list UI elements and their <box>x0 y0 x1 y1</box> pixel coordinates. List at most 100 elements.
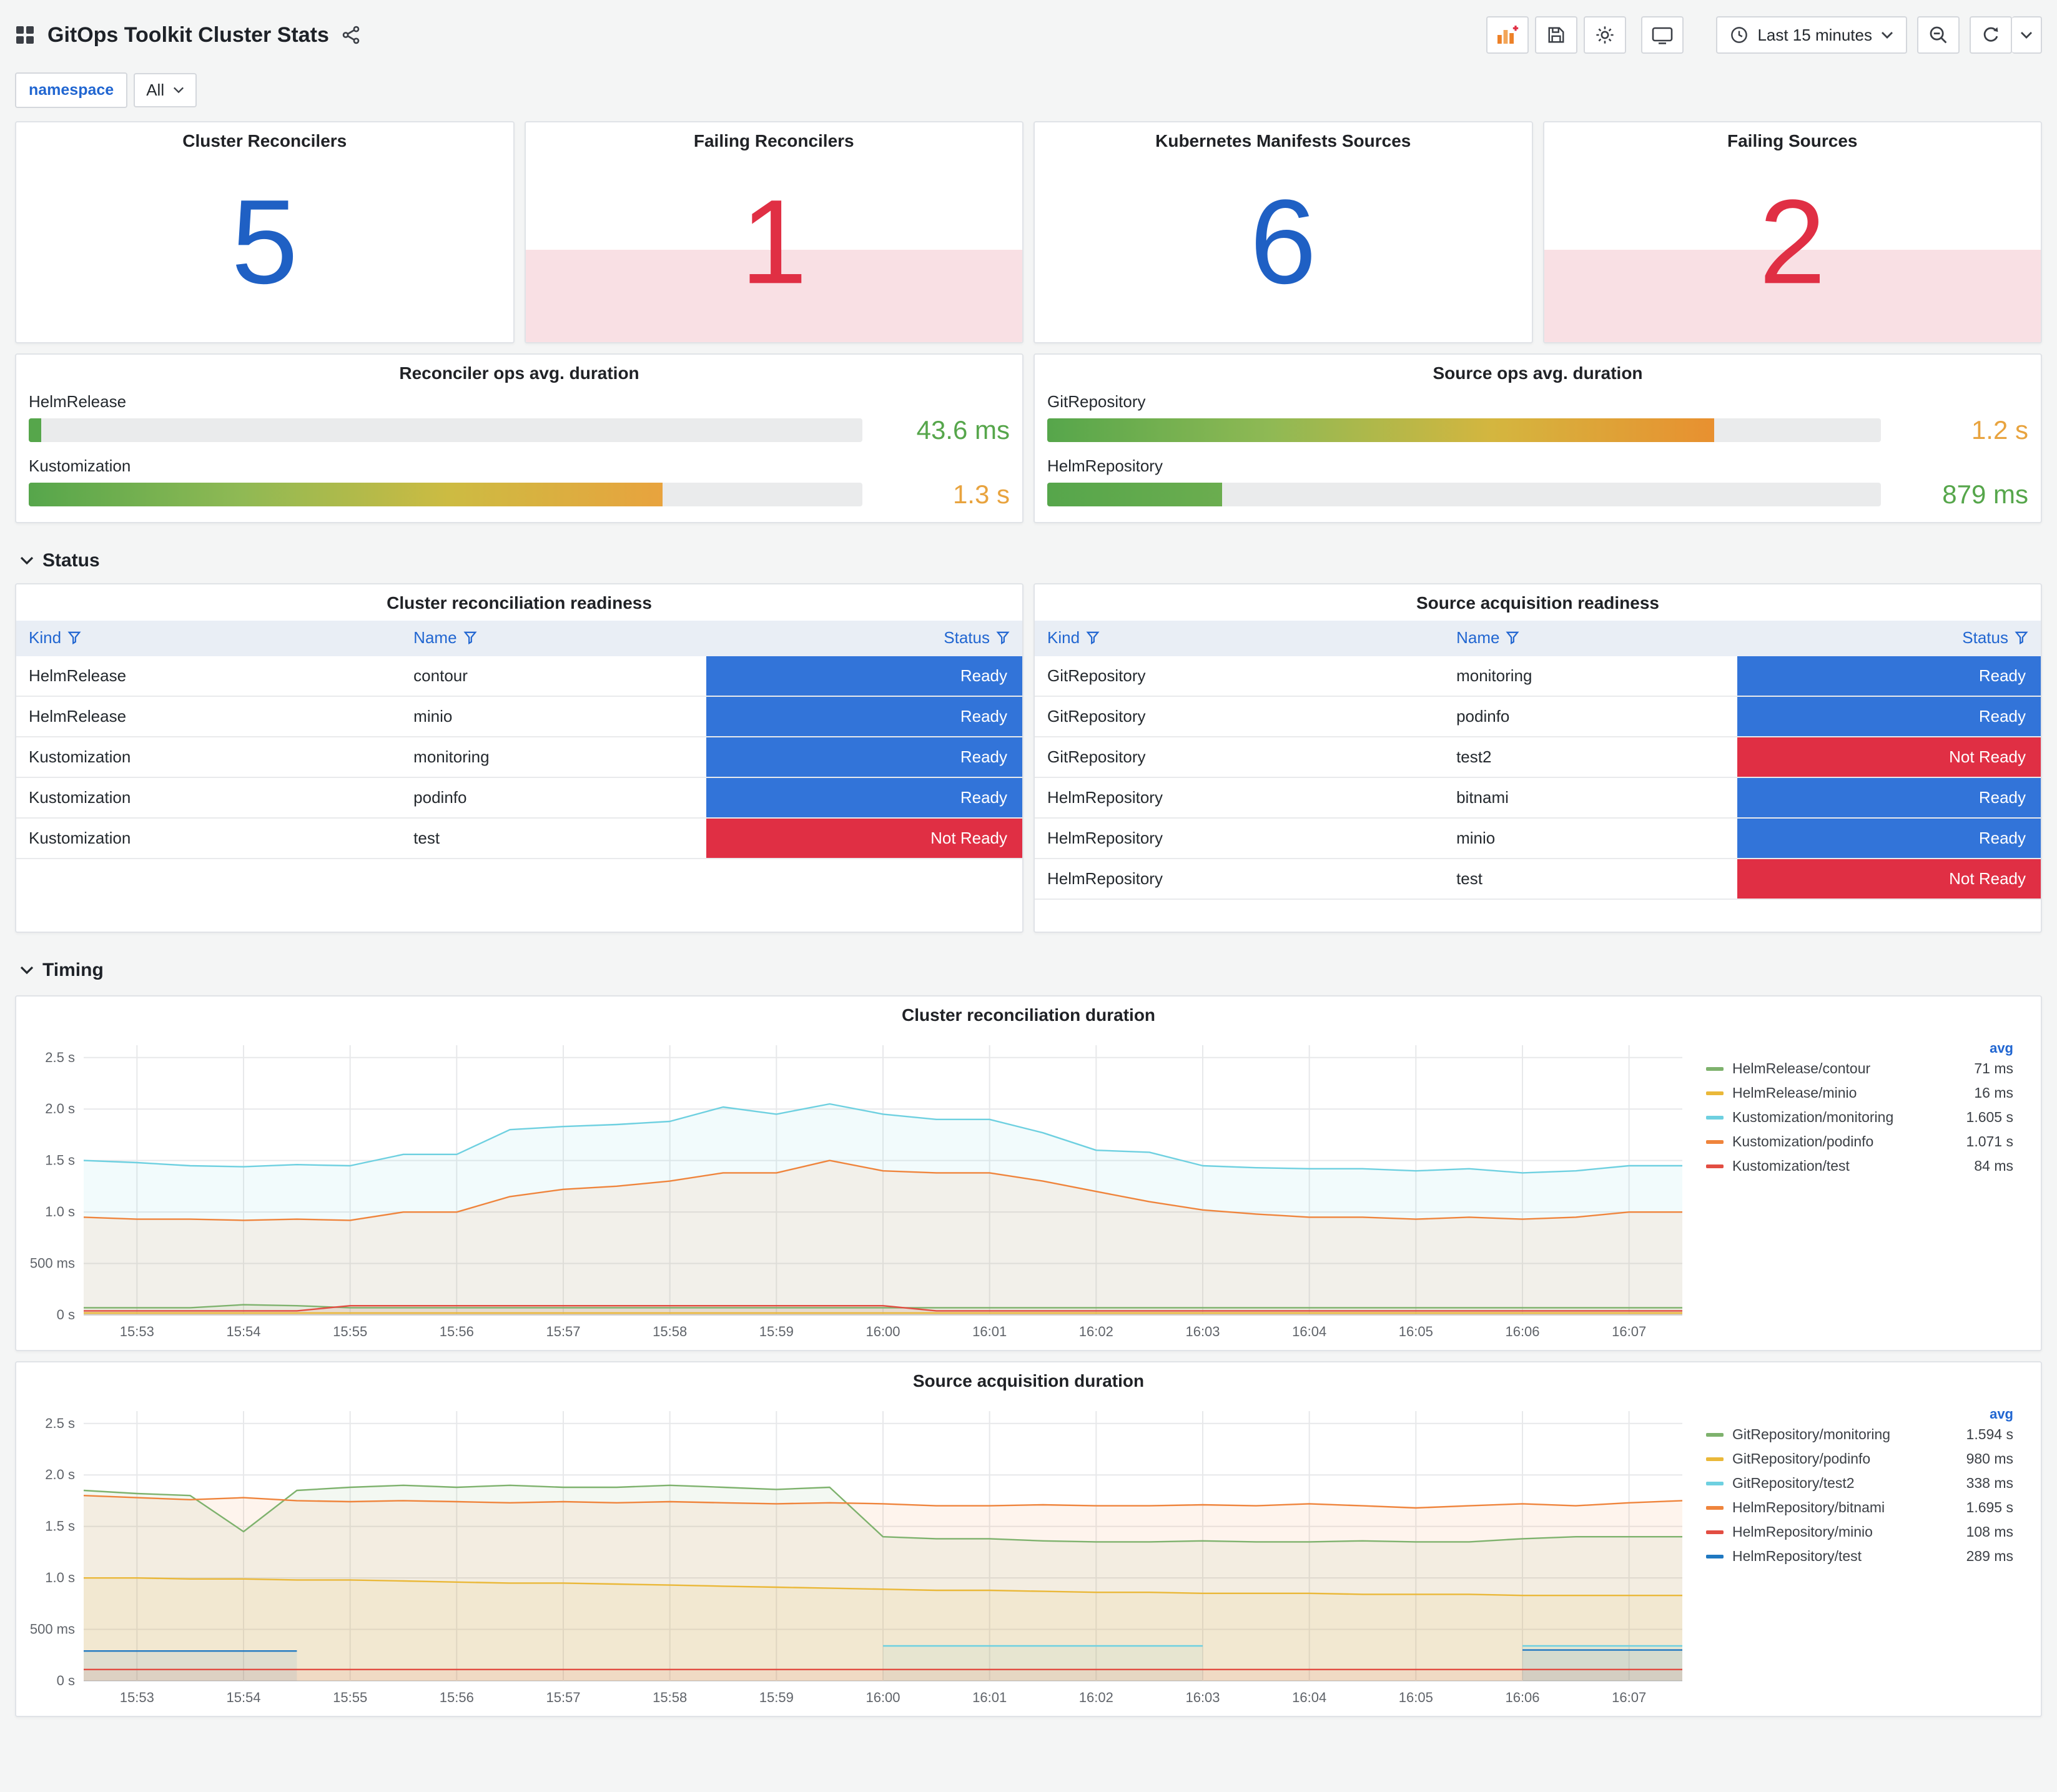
column-header-kind[interactable]: Kind <box>16 621 402 656</box>
save-dashboard-button[interactable] <box>1535 16 1578 54</box>
zoom-out-button[interactable] <box>1917 16 1960 54</box>
chart-canvas[interactable]: 0 s 500 ms 1.0 s 1.5 s 2.0 s 2.5 s 15:53 15:54 1… <box>21 1030 1691 1345</box>
panel-title[interactable]: Cluster Reconcilers <box>16 122 513 156</box>
column-header-name[interactable]: Name <box>1444 621 1738 656</box>
legend-series-name[interactable]: Kustomization/monitoring <box>1732 1109 1956 1126</box>
svg-text:16:02: 16:02 <box>1079 1690 1113 1705</box>
cell-name: test <box>1444 859 1738 900</box>
panel-title[interactable]: Source acquisition readiness <box>1035 584 2041 618</box>
cell-status: Ready <box>1737 696 2041 737</box>
panel-title[interactable]: Reconciler ops avg. duration <box>16 355 1022 388</box>
add-panel-button[interactable] <box>1486 16 1529 54</box>
panel-title[interactable]: Kubernetes Manifests Sources <box>1035 122 1532 156</box>
filter-icon[interactable] <box>1506 629 1520 649</box>
table-row: HelmRelease contour Ready <box>16 656 1022 697</box>
panel-title[interactable]: Source ops avg. duration <box>1035 355 2041 388</box>
legend-series-name[interactable]: GitRepository/test2 <box>1732 1475 1956 1492</box>
svg-text:1.5 s: 1.5 s <box>45 1153 75 1168</box>
table-header-row: Kind Name Status <box>16 621 1022 656</box>
bar-gauge-value: 43.6 ms <box>916 415 1010 445</box>
legend-item: GitRepository/test2 338 ms <box>1706 1475 2013 1492</box>
column-header-name[interactable]: Name <box>401 621 707 656</box>
stat-value: 6 <box>1250 174 1317 309</box>
table-row: HelmRelease minio Ready <box>16 696 1022 737</box>
svg-text:16:07: 16:07 <box>1612 1324 1646 1339</box>
time-range-label: Last 15 minutes <box>1757 25 1872 44</box>
legend-series-color <box>1706 1115 1724 1120</box>
dashboard-settings-button[interactable] <box>1584 16 1627 54</box>
legend-series-name[interactable]: GitRepository/monitoring <box>1732 1426 1956 1443</box>
legend-series-name[interactable]: HelmRepository/bitnami <box>1732 1499 1956 1516</box>
legend-series-avg: 289 ms <box>1966 1548 2013 1564</box>
column-header-label: Status <box>1962 628 2008 647</box>
legend-item: Kustomization/podinfo 1.071 s <box>1706 1133 2013 1150</box>
dashboard-header: GitOps Toolkit Cluster Stats Last 15 min… <box>15 7 2042 62</box>
bar-gauge-panel: Source ops avg. duration GitRepository 1.2… <box>1033 353 2042 523</box>
filter-icon[interactable] <box>67 629 81 649</box>
bar-gauge-fill <box>29 418 42 442</box>
panel-title[interactable]: Source acquisition duration <box>16 1362 2041 1396</box>
timeseries-panel: Source acquisition duration 0 s 500 ms 1.0 … <box>15 1361 2042 1717</box>
legend-series-name[interactable]: HelmRelease/minio <box>1732 1085 1964 1101</box>
bar-gauge-label: HelmRepository <box>1047 456 1163 475</box>
cell-name: test2 <box>1444 737 1738 778</box>
cell-kind: GitRepository <box>1035 737 1444 778</box>
bar-gauge-row: HelmRelease 43.6 ms <box>29 392 1010 445</box>
legend-series-name[interactable]: HelmRelease/contour <box>1732 1060 1964 1077</box>
svg-text:16:00: 16:00 <box>866 1324 900 1339</box>
svg-text:15:54: 15:54 <box>226 1690 260 1705</box>
column-header-label: Kind <box>29 628 62 647</box>
legend-item: HelmRelease/contour 71 ms <box>1706 1060 2013 1077</box>
svg-text:15:53: 15:53 <box>120 1690 154 1705</box>
svg-text:16:01: 16:01 <box>972 1690 1007 1705</box>
legend-series-name[interactable]: HelmRepository/test <box>1732 1548 1956 1565</box>
column-header-kind[interactable]: Kind <box>1035 621 1444 656</box>
svg-text:16:06: 16:06 <box>1505 1690 1539 1705</box>
legend-avg-header[interactable]: avg <box>1990 1040 2013 1056</box>
legend-series-name[interactable]: Kustomization/test <box>1732 1158 1964 1174</box>
svg-text:15:57: 15:57 <box>546 1324 580 1339</box>
svg-text:1.0 s: 1.0 s <box>45 1570 75 1585</box>
time-range-picker[interactable]: Last 15 minutes <box>1716 16 1907 54</box>
legend-series-avg: 1.605 s <box>1966 1109 2013 1125</box>
tv-mode-button[interactable] <box>1641 16 1684 54</box>
panel-title[interactable]: Cluster reconciliation readiness <box>16 584 1022 618</box>
dashboard-grid-icon[interactable] <box>15 25 35 45</box>
section-timing-toggle[interactable]: Timing <box>20 955 2042 985</box>
panel-title[interactable]: Failing Reconcilers <box>526 122 1023 156</box>
legend-series-color <box>1706 1554 1724 1558</box>
variable-label-namespace: namespace <box>15 72 128 108</box>
filter-icon[interactable] <box>2015 629 2028 649</box>
legend-series-name[interactable]: Kustomization/podinfo <box>1732 1133 1956 1150</box>
panel-title[interactable]: Cluster reconciliation duration <box>16 997 2041 1030</box>
cell-kind: GitRepository <box>1035 656 1444 697</box>
bar-gauge-track <box>29 483 862 506</box>
cell-kind: HelmRelease <box>16 656 402 697</box>
svg-text:16:04: 16:04 <box>1292 1324 1326 1339</box>
column-header-status[interactable]: Status <box>1737 621 2041 656</box>
panel-title[interactable]: Failing Sources <box>1544 122 2041 156</box>
cell-name: podinfo <box>401 777 707 819</box>
refresh-button[interactable] <box>1970 16 2012 54</box>
chevron-down-icon <box>174 87 184 94</box>
svg-text:15:59: 15:59 <box>759 1690 794 1705</box>
column-header-status[interactable]: Status <box>706 621 1022 656</box>
legend-series-name[interactable]: HelmRepository/minio <box>1732 1524 1956 1540</box>
legend-item: HelmRepository/bitnami 1.695 s <box>1706 1499 2013 1516</box>
namespace-value-dropdown[interactable]: All <box>134 72 197 107</box>
filter-icon[interactable] <box>1086 629 1100 649</box>
legend-item: GitRepository/podinfo 980 ms <box>1706 1450 2013 1467</box>
legend-series-name[interactable]: GitRepository/podinfo <box>1732 1450 1956 1467</box>
column-header-label: Status <box>944 628 990 647</box>
section-status-toggle[interactable]: Status <box>20 546 2042 576</box>
table-row: GitRepository podinfo Ready <box>1035 696 2041 737</box>
chart-canvas[interactable]: 0 s 500 ms 1.0 s 1.5 s 2.0 s 2.5 s 15:53 15:54 1… <box>21 1396 1691 1711</box>
svg-text:15:55: 15:55 <box>333 1690 367 1705</box>
legend-series-avg: 1.071 s <box>1966 1133 2013 1150</box>
refresh-interval-dropdown[interactable] <box>2012 16 2042 54</box>
legend-avg-header[interactable]: avg <box>1990 1406 2013 1422</box>
share-icon[interactable] <box>342 26 360 44</box>
filter-icon[interactable] <box>996 629 1010 649</box>
svg-text:2.0 s: 2.0 s <box>45 1101 75 1116</box>
filter-icon[interactable] <box>463 629 477 649</box>
